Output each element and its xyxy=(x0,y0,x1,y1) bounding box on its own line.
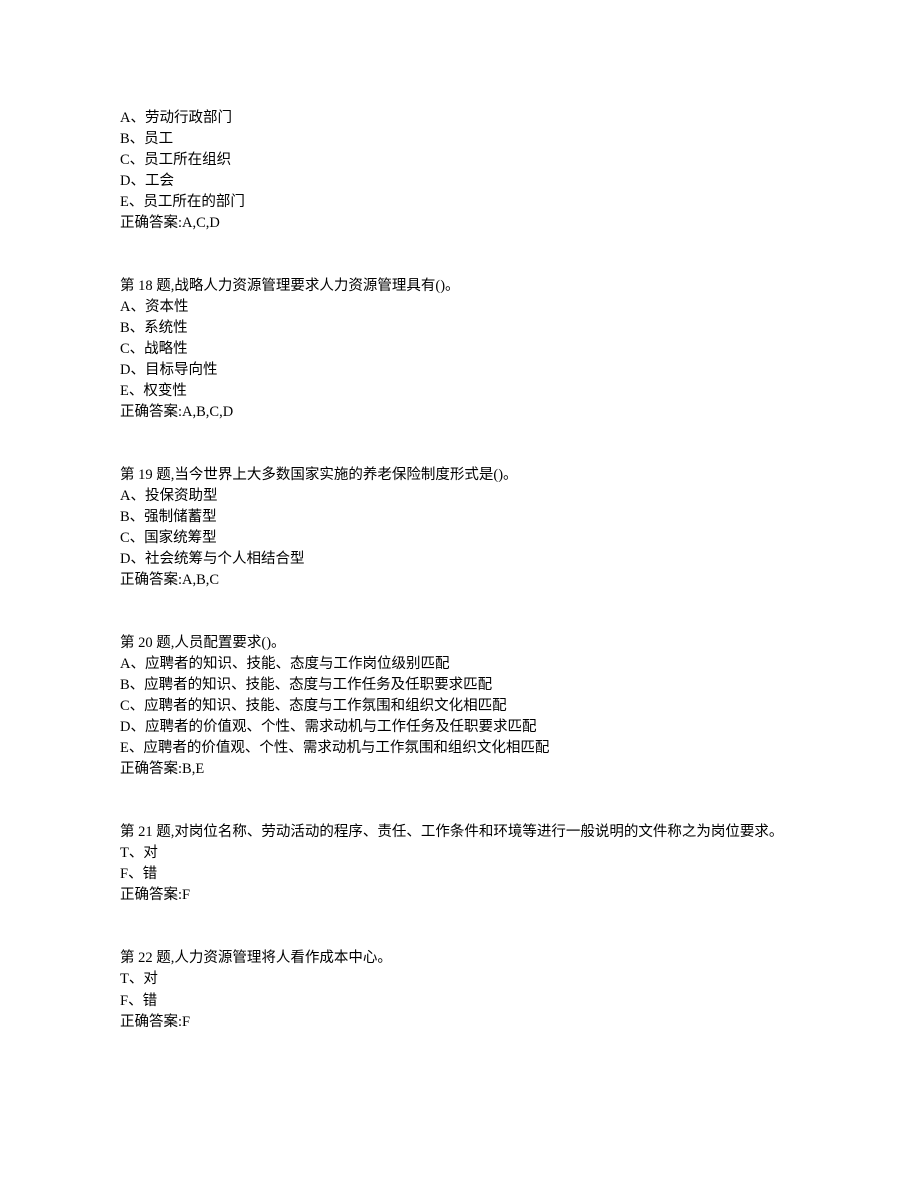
option-e: E、应聘者的价值观、个性、需求动机与工作氛围和组织文化相匹配 xyxy=(120,738,800,759)
option-d: D、目标导向性 xyxy=(120,360,800,381)
answer: 正确答案:B,E xyxy=(120,759,800,780)
question-stem: 第 22 题,人力资源管理将人看作成本中心。 xyxy=(120,948,800,969)
question-22: 第 22 题,人力资源管理将人看作成本中心。 T、对 F、错 正确答案:F xyxy=(120,948,800,1032)
answer: 正确答案:A,B,C,D xyxy=(120,402,800,423)
option-t: T、对 xyxy=(120,969,800,990)
question-20: 第 20 题,人员配置要求()。 A、应聘者的知识、技能、态度与工作岗位级别匹配… xyxy=(120,633,800,780)
option-b: B、系统性 xyxy=(120,318,800,339)
question-stem: 第 18 题,战略人力资源管理要求人力资源管理具有()。 xyxy=(120,276,800,297)
question-17-partial: A、劳动行政部门 B、员工 C、员工所在组织 D、工会 E、员工所在的部门 正确… xyxy=(120,108,800,234)
option-e: E、员工所在的部门 xyxy=(120,192,800,213)
option-b: B、应聘者的知识、技能、态度与工作任务及任职要求匹配 xyxy=(120,675,800,696)
answer: 正确答案:A,C,D xyxy=(120,213,800,234)
option-c: C、应聘者的知识、技能、态度与工作氛围和组织文化相匹配 xyxy=(120,696,800,717)
option-f: F、错 xyxy=(120,991,800,1012)
question-21: 第 21 题,对岗位名称、劳动活动的程序、责任、工作条件和环境等进行一般说明的文… xyxy=(120,822,800,906)
document-page: A、劳动行政部门 B、员工 C、员工所在组织 D、工会 E、员工所在的部门 正确… xyxy=(0,0,920,1191)
option-d: D、应聘者的价值观、个性、需求动机与工作任务及任职要求匹配 xyxy=(120,717,800,738)
question-stem: 第 21 题,对岗位名称、劳动活动的程序、责任、工作条件和环境等进行一般说明的文… xyxy=(120,822,800,843)
option-b: B、强制储蓄型 xyxy=(120,507,800,528)
option-a: A、资本性 xyxy=(120,297,800,318)
option-e: E、权变性 xyxy=(120,381,800,402)
option-c: C、战略性 xyxy=(120,339,800,360)
option-a: A、应聘者的知识、技能、态度与工作岗位级别匹配 xyxy=(120,654,800,675)
option-t: T、对 xyxy=(120,843,800,864)
question-19: 第 19 题,当今世界上大多数国家实施的养老保险制度形式是()。 A、投保资助型… xyxy=(120,465,800,591)
question-stem: 第 20 题,人员配置要求()。 xyxy=(120,633,800,654)
answer: 正确答案:F xyxy=(120,885,800,906)
answer: 正确答案:F xyxy=(120,1012,800,1033)
option-a: A、劳动行政部门 xyxy=(120,108,800,129)
option-b: B、员工 xyxy=(120,129,800,150)
option-c: C、员工所在组织 xyxy=(120,150,800,171)
option-d: D、工会 xyxy=(120,171,800,192)
question-stem: 第 19 题,当今世界上大多数国家实施的养老保险制度形式是()。 xyxy=(120,465,800,486)
question-18: 第 18 题,战略人力资源管理要求人力资源管理具有()。 A、资本性 B、系统性… xyxy=(120,276,800,423)
option-f: F、错 xyxy=(120,864,800,885)
option-d: D、社会统筹与个人相结合型 xyxy=(120,549,800,570)
option-c: C、国家统筹型 xyxy=(120,528,800,549)
answer: 正确答案:A,B,C xyxy=(120,570,800,591)
option-a: A、投保资助型 xyxy=(120,486,800,507)
